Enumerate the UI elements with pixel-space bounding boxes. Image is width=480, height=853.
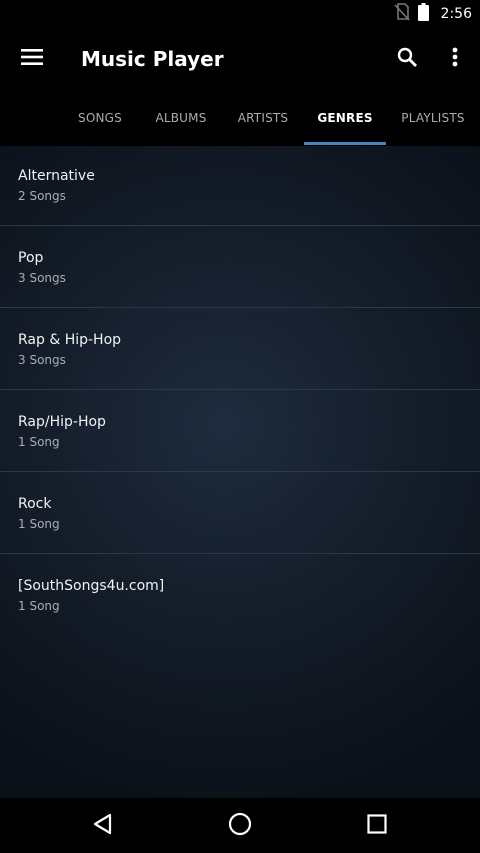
genre-song-count: 1 Song: [18, 435, 60, 449]
tab-genres[interactable]: GENRES: [304, 90, 386, 146]
genre-name: Alternative: [18, 168, 95, 184]
status-bar: 2:56: [0, 0, 480, 28]
tab-songs[interactable]: SONGS: [64, 90, 136, 146]
list-divider: [0, 389, 480, 390]
active-tab-indicator: [304, 142, 386, 145]
genre-song-count: 2 Songs: [18, 189, 66, 203]
no-sim-icon: [393, 3, 410, 25]
tab-albums[interactable]: ALBUMS: [144, 90, 218, 146]
tab-artists[interactable]: ARTISTS: [226, 90, 300, 146]
home-icon: [228, 812, 252, 840]
genre-name: Pop: [18, 250, 44, 266]
recents-button[interactable]: [357, 806, 397, 846]
list-divider: [0, 225, 480, 226]
list-divider: [0, 471, 480, 472]
genre-list-item[interactable]: Rap & Hip-Hop 3 Songs: [0, 310, 480, 390]
search-button[interactable]: [389, 41, 425, 77]
genre-name: Rock: [18, 496, 52, 512]
menu-button[interactable]: [14, 41, 50, 77]
genre-song-count: 1 Song: [18, 599, 60, 613]
genre-name: Rap/Hip-Hop: [18, 414, 106, 430]
battery-icon: [417, 3, 429, 25]
tab-bar: SONGS ALBUMS ARTISTS GENRES PLAYLISTS: [0, 90, 480, 146]
back-button[interactable]: [82, 806, 122, 846]
genre-name: Rap & Hip-Hop: [18, 332, 122, 348]
back-icon: [92, 813, 112, 839]
app-title: Music Player: [81, 47, 224, 71]
genre-list-item[interactable]: Alternative 2 Songs: [0, 146, 480, 226]
genre-list-item[interactable]: Rock 1 Song: [0, 474, 480, 554]
more-options-button[interactable]: [437, 41, 473, 77]
status-time: 2:56: [440, 6, 472, 22]
genre-list-item[interactable]: [SouthSongs4u.com] 1 Song: [0, 556, 480, 636]
status-icons: 2:56: [393, 3, 472, 25]
genre-name: [SouthSongs4u.com]: [18, 578, 165, 594]
genre-song-count: 3 Songs: [18, 353, 66, 367]
list-divider: [0, 307, 480, 308]
screen: 2:56 Music Player SONGS ALBUMS ARTISTS G…: [0, 0, 480, 853]
genre-song-count: 1 Song: [18, 517, 60, 531]
genre-list: Alternative 2 Songs Pop 3 Songs Rap & Hi…: [0, 146, 480, 798]
more-vert-icon: [452, 47, 458, 71]
genre-list-item[interactable]: Rap/Hip-Hop 1 Song: [0, 392, 480, 472]
genre-list-item[interactable]: Pop 3 Songs: [0, 228, 480, 308]
menu-icon: [21, 49, 43, 69]
list-divider: [0, 553, 480, 554]
app-bar: Music Player: [0, 28, 480, 90]
home-button[interactable]: [220, 806, 260, 846]
recents-icon: [367, 814, 387, 838]
genre-song-count: 3 Songs: [18, 271, 66, 285]
tab-playlists[interactable]: PLAYLISTS: [392, 90, 474, 146]
search-icon: [397, 47, 417, 71]
navigation-bar: [0, 798, 480, 853]
